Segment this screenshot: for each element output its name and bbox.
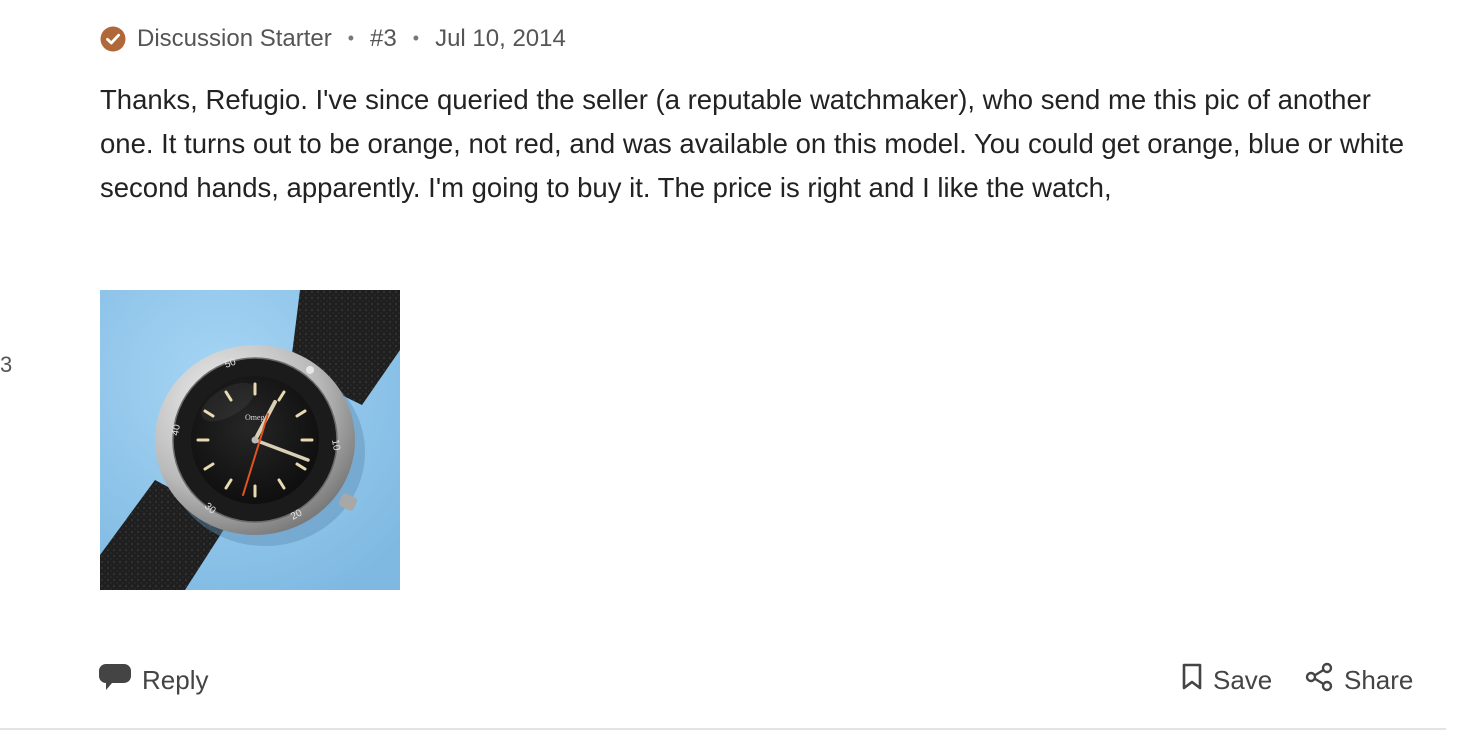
- share-button[interactable]: Share: [1304, 660, 1413, 700]
- reply-label: Reply: [142, 664, 209, 695]
- post-number-link[interactable]: #3: [370, 25, 397, 53]
- attached-watch-photo[interactable]: 50 40 30 20 10 Omega: [100, 290, 400, 590]
- save-label: Save: [1213, 664, 1273, 695]
- post-meta: Discussion Starter • #3 • Jul 10, 2014: [100, 24, 566, 54]
- post-date: Jul 10, 2014: [435, 25, 566, 52]
- bookmark-icon: [1181, 663, 1203, 698]
- reply-button[interactable]: Reply: [98, 660, 208, 700]
- discussion-starter-badge: Discussion Starter: [137, 25, 332, 52]
- share-label: Share: [1344, 664, 1414, 695]
- speech-bubble-icon: [98, 662, 132, 699]
- share-nodes-icon: [1304, 662, 1334, 699]
- post-divider: [0, 728, 1446, 730]
- separator-dot: •: [412, 27, 420, 48]
- check-circle-icon: [100, 26, 126, 52]
- separator-dot: •: [347, 27, 355, 48]
- side-post-count: 3: [0, 352, 13, 377]
- post-body: Thanks, Refugio. I've since queried the …: [100, 84, 1405, 203]
- save-button[interactable]: Save: [1181, 660, 1272, 700]
